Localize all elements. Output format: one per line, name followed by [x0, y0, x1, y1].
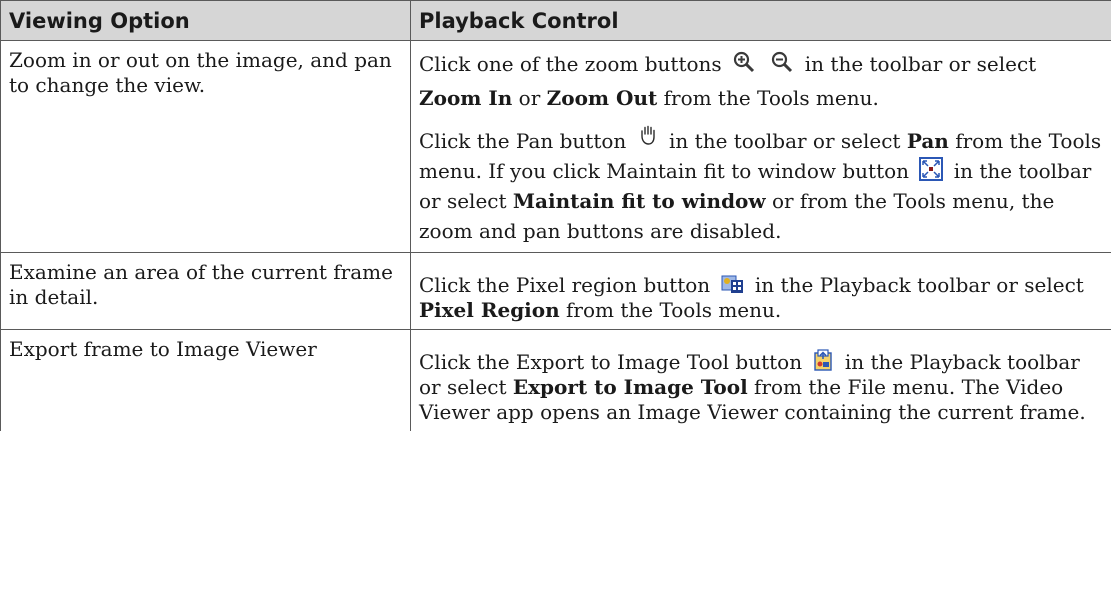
- table-header-row: Viewing Option Playback Control: [0, 0, 1111, 41]
- control-paragraph: Click the Pan button in the toolbar or s…: [419, 124, 1103, 246]
- option-text: Export frame to Image Viewer: [9, 337, 317, 361]
- control-text: or: [518, 86, 541, 110]
- table-row: Examine an area of the current frame in …: [0, 252, 1111, 330]
- control-text: Click the Export to Image Tool button: [419, 350, 803, 374]
- table-row: Export frame to Image Viewer Click the E…: [0, 329, 1111, 431]
- control-text: Click the Pan button: [419, 129, 627, 153]
- control-paragraph: Click one of the zoom buttons in the too…: [419, 47, 1103, 115]
- menu-item-ref: Zoom In: [419, 86, 513, 110]
- control-text: Click the Pixel region button: [419, 273, 711, 297]
- menu-item-ref: Zoom Out: [546, 86, 658, 110]
- maintain-fit-icon: [919, 157, 944, 181]
- option-text: Examine an area of the current frame in …: [9, 260, 393, 309]
- control-paragraph: Click the Export to Image Tool button in…: [419, 336, 1103, 425]
- control-cell: Click one of the zoom buttons in the too…: [410, 40, 1111, 253]
- control-cell: Click the Export to Image Tool button in…: [410, 329, 1111, 431]
- zoom-in-icon: [732, 50, 756, 74]
- option-cell: Zoom in or out on the image, and pan to …: [0, 40, 411, 253]
- control-text: from the Tools menu.: [663, 86, 879, 110]
- option-text: Zoom in or out on the image, and pan to …: [9, 48, 392, 97]
- pan-hand-icon: [637, 124, 659, 146]
- control-text: Click one of the zoom buttons: [419, 52, 722, 76]
- table-row: Zoom in or out on the image, and pan to …: [0, 40, 1111, 253]
- menu-item-ref: Pan: [906, 129, 949, 153]
- menu-item-ref: Maintain fit to window: [512, 189, 766, 213]
- control-text: in the Playback toolbar or select: [754, 273, 1084, 297]
- export-image-icon: [812, 348, 834, 372]
- control-paragraph: Click the Pixel region button in the Pla…: [419, 259, 1103, 323]
- menu-item-ref: Pixel Region: [419, 298, 560, 322]
- viewing-options-table: Viewing Option Playback Control Zoom in …: [0, 0, 1111, 431]
- control-text: from the Tools menu.: [566, 298, 782, 322]
- zoom-out-icon: [770, 50, 794, 74]
- control-text: in the toolbar or select: [804, 52, 1037, 76]
- option-cell: Export frame to Image Viewer: [0, 329, 411, 431]
- option-cell: Examine an area of the current frame in …: [0, 252, 411, 330]
- control-text: in the toolbar or select: [669, 129, 901, 153]
- header-viewing-option: Viewing Option: [0, 0, 411, 41]
- control-cell: Click the Pixel region button in the Pla…: [410, 252, 1111, 330]
- pixel-region-icon: [721, 273, 745, 295]
- header-playback-control: Playback Control: [410, 0, 1111, 41]
- menu-item-ref: Export to Image Tool: [512, 375, 748, 399]
